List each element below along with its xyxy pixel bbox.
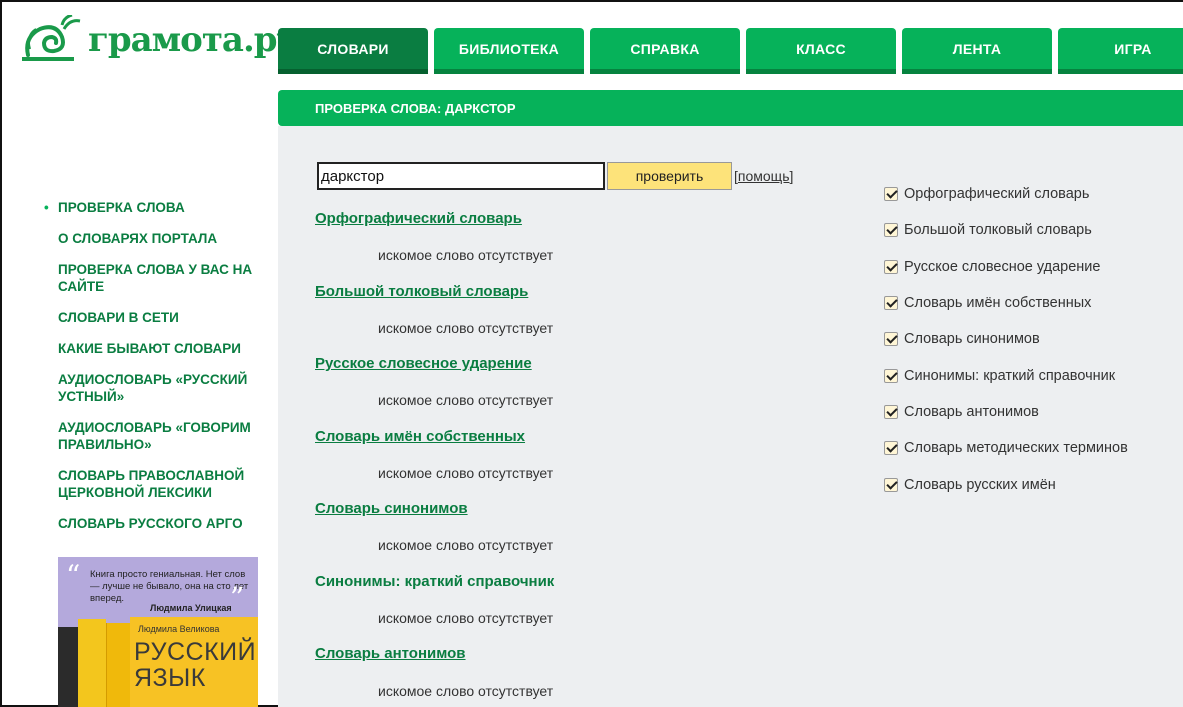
checkbox-label: Орфографический словарь: [904, 186, 1090, 203]
dictionary-checklist: Орфографический словарь Большой толковый…: [884, 176, 1128, 503]
book-cover: Людмила Великова РУССКИЙ ЯЗЫК: [130, 617, 258, 707]
result-title-tolkovy[interactable]: Большой толковый словарь: [315, 283, 528, 300]
sidebar-item-pravoslavnaya-leksika[interactable]: СЛОВАРЬ ПРАВОСЛАВНОЙ ЦЕРКОВНОЙ ЛЕКСИКИ: [44, 467, 264, 501]
sidebar-item-russkoe-argo[interactable]: СЛОВАРЬ РУССКОГО АРГО: [44, 515, 264, 532]
checkbox-row[interactable]: Словарь синонимов: [884, 321, 1128, 357]
help-link[interactable]: помощь: [738, 168, 790, 184]
checkbox-row[interactable]: Словарь методических терминов: [884, 430, 1128, 466]
checkbox-checked-icon[interactable]: [884, 187, 898, 202]
book-spine: [78, 619, 106, 707]
sidebar-menu: ПРОВЕРКА СЛОВА О СЛОВАРЯХ ПОРТАЛА ПРОВЕР…: [44, 199, 264, 546]
snail-logo-icon: [22, 15, 81, 61]
result-title-sinonimy-kratkiy: Синонимы: краткий справочник: [315, 573, 555, 590]
close-quote-icon: ”: [230, 581, 245, 614]
book-spine-dark: [58, 627, 78, 707]
sidebar-item-slovari-v-seti[interactable]: СЛОВАРИ В СЕТИ: [44, 309, 264, 326]
checkbox-label: Большой толковый словарь: [904, 222, 1092, 239]
checkbox-label: Русское словесное ударение: [904, 258, 1101, 275]
top-navigation: СЛОВАРИ БИБЛИОТЕКА СПРАВКА КЛАСС ЛЕНТА И…: [278, 28, 1183, 74]
sidebar-item-audio-russkiy-ustny[interactable]: АУДИОСЛОВАРЬ «РУССКИЙ УСТНЫЙ»: [44, 371, 264, 405]
result-title-udarenie[interactable]: Русское словесное ударение: [315, 355, 532, 372]
site-logo[interactable]: грамота.ру: [22, 12, 298, 68]
open-quote-icon: “: [66, 559, 81, 592]
checkbox-checked-icon[interactable]: [884, 332, 898, 347]
checkbox-row[interactable]: Русское словесное ударение: [884, 249, 1128, 285]
logo-text: грамота.ру: [88, 20, 298, 60]
result-status: искомое слово отсутствует: [378, 610, 554, 626]
book-author: Людмила Великова: [138, 624, 220, 634]
result-title-imena-sobstvennye[interactable]: Словарь имён собственных: [315, 428, 525, 445]
result-title-antonimy[interactable]: Словарь антонимов: [315, 645, 466, 662]
tab-lenta[interactable]: ЛЕНТА: [902, 28, 1052, 74]
checkbox-row[interactable]: Орфографический словарь: [884, 176, 1128, 212]
result-status: искомое слово отсутствует: [378, 392, 554, 408]
result-status: искомое слово отсутствует: [378, 537, 554, 553]
checkbox-row[interactable]: Словарь русских имён: [884, 466, 1128, 502]
check-button[interactable]: проверить: [607, 162, 732, 190]
sidebar-item-kakie-slovari[interactable]: КАКИЕ БЫВАЮТ СЛОВАРИ: [44, 340, 264, 357]
checkbox-checked-icon[interactable]: [884, 223, 898, 238]
sidebar-item-proverka-na-saite[interactable]: ПРОВЕРКА СЛОВА У ВАС НА САЙТЕ: [44, 261, 264, 295]
checkbox-checked-icon[interactable]: [884, 404, 898, 419]
checkbox-label: Словарь синонимов: [904, 331, 1040, 348]
result-status: искомое слово отсутствует: [378, 683, 554, 699]
page-title: ПРОВЕРКА СЛОВА: ДАРКСТОР: [315, 100, 516, 116]
tab-klass[interactable]: КЛАСС: [746, 28, 896, 74]
checkbox-row[interactable]: Словарь имён собственных: [884, 285, 1128, 321]
search-input[interactable]: [317, 162, 605, 190]
checkbox-label: Словарь антонимов: [904, 403, 1039, 420]
help-link-wrapper: [помощь]: [734, 168, 794, 184]
tab-slovari[interactable]: СЛОВАРИ: [278, 28, 428, 74]
checkbox-label: Синонимы: краткий справочник: [904, 367, 1116, 384]
checkbox-checked-icon[interactable]: [884, 441, 898, 456]
checkbox-label: Словарь русских имён: [904, 476, 1056, 493]
sidebar-item-o-slovaryah[interactable]: О СЛОВАРЯХ ПОРТАЛА: [44, 230, 264, 247]
tab-biblioteka[interactable]: БИБЛИОТЕКА: [434, 28, 584, 74]
banner-quote: Книга просто гениальная. Нет слов — лучш…: [90, 569, 249, 604]
checkbox-checked-icon[interactable]: [884, 259, 898, 274]
tab-igra[interactable]: ИГРА: [1058, 28, 1183, 74]
checkbox-row[interactable]: Большой толковый словарь: [884, 212, 1128, 248]
checkbox-checked-icon[interactable]: [884, 368, 898, 383]
checkbox-checked-icon[interactable]: [884, 477, 898, 492]
tab-spravka[interactable]: СПРАВКА: [590, 28, 740, 74]
sidebar-item-audio-govorim-pravilno[interactable]: АУДИОСЛОВАРЬ «ГОВОРИМ ПРАВИЛЬНО»: [44, 419, 264, 453]
book-title: РУССКИЙ ЯЗЫК: [134, 638, 257, 692]
checkbox-row[interactable]: Синонимы: краткий справочник: [884, 357, 1128, 393]
checkbox-checked-icon[interactable]: [884, 296, 898, 311]
page-title-bar: ПРОВЕРКА СЛОВА: ДАРКСТОР: [278, 90, 1183, 126]
result-title-sinonimy[interactable]: Словарь синонимов: [315, 500, 468, 517]
sidebar-item-proverka-slova[interactable]: ПРОВЕРКА СЛОВА: [44, 199, 264, 216]
book-banner[interactable]: “ Книга просто гениальная. Нет слов — лу…: [58, 557, 258, 707]
result-status: искомое слово отсутствует: [378, 247, 554, 263]
checkbox-label: Словарь имён собственных: [904, 295, 1092, 312]
checkbox-row[interactable]: Словарь антонимов: [884, 394, 1128, 430]
book-spine: [106, 623, 130, 707]
result-title-orfograficheskiy[interactable]: Орфографический словарь: [315, 210, 522, 227]
result-status: искомое слово отсутствует: [378, 465, 554, 481]
checkbox-label: Словарь методических терминов: [904, 440, 1128, 457]
banner-quote-author: Людмила Улицкая: [150, 603, 232, 613]
result-status: искомое слово отсутствует: [378, 320, 554, 336]
